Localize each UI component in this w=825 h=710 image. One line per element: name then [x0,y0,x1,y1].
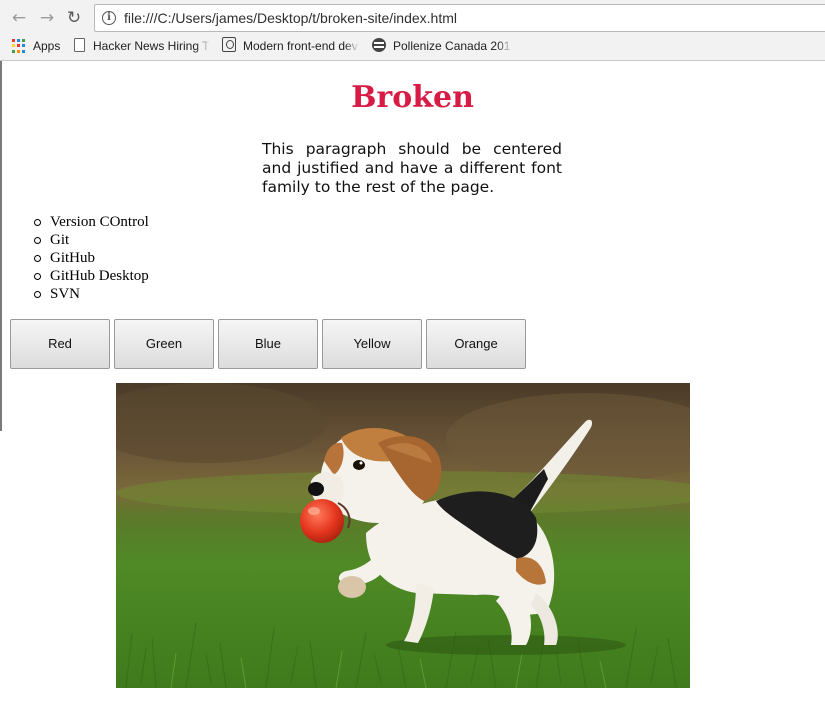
reload-icon[interactable]: ↻ [63,7,85,29]
list-item: GitHub [34,249,149,267]
bookmark-modern-front-end[interactable]: Modern front-end dev [243,38,358,54]
blue-button[interactable]: Blue [218,319,318,369]
version-control-list: Version COntrol Git GitHub GitHub Deskto… [34,213,149,303]
page-title: Broken [351,80,474,115]
forward-icon[interactable]: → [36,7,58,29]
green-button[interactable]: Green [114,319,214,369]
red-button[interactable]: Red [10,319,110,369]
bookmark-hacker-news[interactable]: Hacker News Hiring T [93,38,209,54]
lightbulb-icon [222,37,236,52]
bookmark-pollenize[interactable]: Pollenize Canada 201 [393,38,511,54]
list-item: Version COntrol [34,214,149,230]
orange-button[interactable]: Orange [426,319,526,369]
list-item: Git [34,231,149,249]
info-icon[interactable]: i [102,11,116,25]
beagle-puppy-image [116,383,690,688]
address-bar[interactable]: i file:///C:/Users/james/Desktop/t/broke… [94,4,825,32]
list-item: SVN [34,285,149,303]
back-icon[interactable]: ← [8,7,30,29]
bookmark-apps[interactable]: Apps [33,38,73,54]
intro-paragraph: This paragraph should be centered and ju… [262,140,562,196]
apps-grid-icon[interactable] [12,39,26,53]
window-edge [0,61,2,431]
pollenize-icon [372,38,386,52]
list-item: GitHub Desktop [34,268,149,284]
bookmarks-bar: Apps Hacker News Hiring T Modern front-e… [0,34,825,58]
browser-chrome: ← → ↻ i file:///C:/Users/james/Desktop/t… [0,0,825,61]
url-text[interactable]: file:///C:/Users/james/Desktop/t/broken-… [124,5,457,31]
document-icon [74,38,85,52]
yellow-button[interactable]: Yellow [322,319,422,369]
